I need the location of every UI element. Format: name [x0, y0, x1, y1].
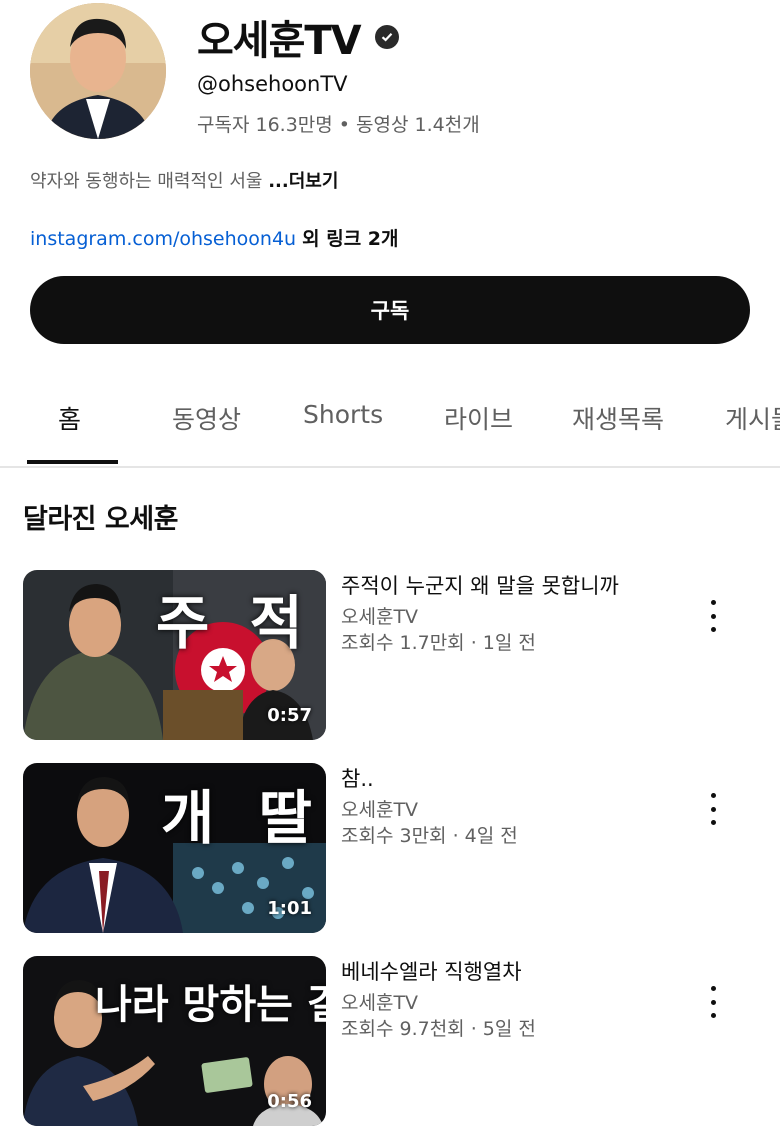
channel-avatar[interactable]: [30, 3, 166, 139]
channel-description[interactable]: 약자와 동행하는 매력적인 서울 ...더보기: [30, 167, 338, 193]
channel-handle: @ohsehoonTV: [197, 72, 348, 96]
channel-stats: 구독자 16.3만명 • 동영상 1.4천개: [197, 114, 480, 136]
video-channel[interactable]: 오세훈TV: [341, 795, 418, 822]
video-thumbnail[interactable]: 주 적 0:57: [23, 570, 326, 740]
tab-home[interactable]: 홈: [58, 400, 81, 436]
channel-title: 오세훈TV: [197, 8, 399, 66]
tab-live[interactable]: 라이브: [444, 400, 513, 436]
video-item[interactable]: 주 적 0:57 주적이 누군지 왜 말을 못합니까 오세훈TV 조회수 1.7…: [0, 570, 780, 742]
video-channel[interactable]: 오세훈TV: [341, 988, 418, 1015]
video-thumbnail[interactable]: 개 딸 1:01: [23, 763, 326, 933]
video-item[interactable]: 나라 망하는 길 0:56 베네수엘라 직행열차 오세훈TV 조회수 9.7천회…: [0, 956, 780, 1128]
more-options-icon[interactable]: [700, 984, 726, 1020]
video-duration: 0:56: [267, 1091, 312, 1112]
video-meta: 조회수 9.7천회 · 5일 전: [341, 1018, 536, 1040]
channel-links[interactable]: instagram.com/ohsehoon4u 외 링크 2개: [30, 224, 399, 251]
channel-name: 오세훈TV: [197, 18, 362, 64]
video-duration: 0:57: [267, 705, 312, 726]
video-title[interactable]: 베네수엘라 직행열차: [341, 956, 522, 986]
tab-shorts[interactable]: Shorts: [303, 400, 383, 429]
more-links-label[interactable]: 외 링크 2개: [302, 228, 398, 250]
tab-posts[interactable]: 게시물: [725, 400, 780, 436]
verified-check-icon: [374, 25, 399, 49]
video-meta: 조회수 1.7만회 · 1일 전: [341, 632, 536, 654]
tab-videos[interactable]: 동영상: [172, 400, 241, 436]
thumbnail-caption: 나라 망하는 길: [95, 982, 326, 1028]
subscribe-button[interactable]: 구독: [30, 276, 750, 344]
video-duration: 1:01: [267, 898, 312, 919]
active-tab-indicator: [27, 460, 118, 464]
video-title[interactable]: 참..: [341, 763, 374, 793]
video-channel[interactable]: 오세훈TV: [341, 602, 418, 629]
more-options-icon[interactable]: [700, 791, 726, 827]
more-link[interactable]: ...더보기: [268, 171, 338, 192]
thumbnail-caption: 주 적: [156, 589, 313, 657]
description-text: 약자와 동행하는 매력적인 서울: [30, 171, 263, 192]
tab-playlists[interactable]: 재생목록: [572, 400, 664, 436]
video-meta: 조회수 3만회 · 4일 전: [341, 825, 518, 847]
avatar-portrait-image: [30, 3, 166, 139]
section-title[interactable]: 달라진 오세훈: [23, 497, 178, 536]
video-thumbnail[interactable]: 나라 망하는 길 0:56: [23, 956, 326, 1126]
instagram-link[interactable]: instagram.com/ohsehoon4u: [30, 228, 296, 250]
video-title[interactable]: 주적이 누군지 왜 말을 못합니까: [341, 570, 619, 600]
video-item[interactable]: 개 딸 1:01 참.. 오세훈TV 조회수 3만회 · 4일 전: [0, 763, 780, 935]
more-options-icon[interactable]: [700, 598, 726, 634]
channel-tabs: 홈 동영상 Shorts 라이브 재생목록 게시물: [0, 380, 780, 468]
thumbnail-caption: 개 딸: [161, 784, 324, 852]
